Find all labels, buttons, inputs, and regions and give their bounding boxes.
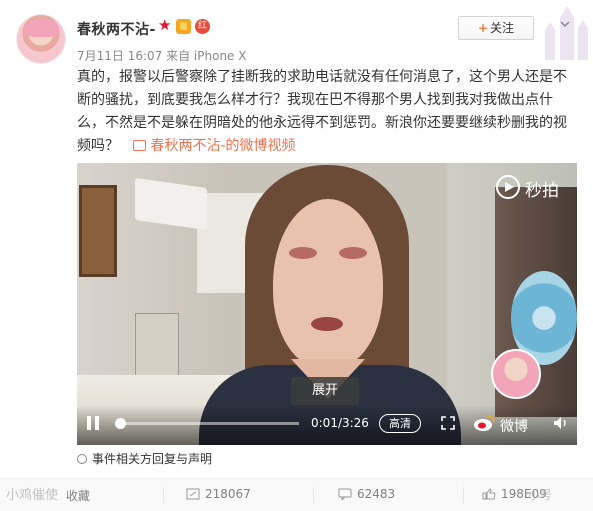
miaopai-brand: 秒拍 <box>525 181 559 201</box>
video-frame-picture <box>79 185 117 277</box>
fullscreen-icon[interactable] <box>441 416 455 430</box>
action-bar: 收藏 218067 62483 198E09 <box>0 478 593 511</box>
follow-label: 关注 <box>490 21 515 35</box>
pip-avatar <box>491 349 541 399</box>
volume-icon[interactable] <box>553 416 569 430</box>
favorite-label: 收藏 <box>66 489 91 503</box>
share-count: 218067 <box>205 487 251 501</box>
video-frame-mouth <box>311 317 343 331</box>
miaopai-logo-icon <box>496 175 520 199</box>
event-notice-link[interactable]: 事件相关方回复与声明 <box>77 450 212 467</box>
weibo-logo-icon <box>474 415 495 431</box>
quality-button[interactable]: 高清 <box>379 414 421 433</box>
watermark-right: 小号 <box>528 488 553 502</box>
share-icon <box>186 488 200 500</box>
comment-button[interactable]: 62483 <box>338 487 395 501</box>
expand-button[interactable]: 展开 <box>291 377 359 405</box>
member-badge-icon <box>176 19 191 34</box>
thumbs-up-icon <box>482 488 496 500</box>
video-link-label: 春秋两不沾-的微博视频 <box>150 138 296 154</box>
divider <box>463 487 464 503</box>
plus-icon: + <box>477 21 489 35</box>
video-frame-shelf <box>135 313 179 383</box>
watermark-left: 小鸡催使 <box>6 488 59 503</box>
video-controls: 0:01/3:26 高清 微博 <box>77 405 577 445</box>
comment-icon <box>338 488 352 500</box>
level-badge-icon: 红 <box>195 19 210 34</box>
video-link-icon <box>133 140 147 151</box>
user-avatar[interactable] <box>16 14 66 64</box>
comment-count: 62483 <box>357 487 396 501</box>
post-text: 真的，报警以后警察除了挂断我的求助电话就没有任何消息了，这个男人还是不断的骚扰，… <box>77 66 577 158</box>
progress-bar[interactable] <box>115 418 299 429</box>
video-frame-eye <box>339 247 367 259</box>
video-link[interactable]: 春秋两不沾-的微博视频 <box>123 138 296 154</box>
video-player[interactable]: 秒拍 展开 0:01/3:26 高清 微博 <box>77 163 577 445</box>
castle-decoration-icon <box>545 6 588 60</box>
notice-icon <box>77 454 87 464</box>
video-frame-eye <box>289 247 317 259</box>
video-time: 0:01/3:26 <box>311 416 369 430</box>
divider <box>163 487 164 503</box>
weibo-post-card: 春秋两不沾- ★ 红 7月11日 16:07 来自 iPhone X + 关注 真… <box>0 0 593 511</box>
divider <box>313 487 314 503</box>
weibo-label: 微博 <box>500 419 528 435</box>
chevron-down-icon[interactable] <box>559 18 571 30</box>
video-frame-face <box>273 199 383 369</box>
star-badge-icon: ★ <box>158 16 172 34</box>
user-name[interactable]: 春秋两不沾- <box>77 19 156 39</box>
favorite-button[interactable]: 收藏 <box>66 487 90 504</box>
share-button[interactable]: 218067 <box>186 487 251 501</box>
progress-handle[interactable] <box>115 418 126 429</box>
follow-button[interactable]: + 关注 <box>458 16 534 40</box>
post-meta: 7月11日 16:07 来自 iPhone X <box>77 49 247 63</box>
notice-label: 事件相关方回复与声明 <box>92 452 213 466</box>
pause-icon[interactable] <box>87 416 101 430</box>
